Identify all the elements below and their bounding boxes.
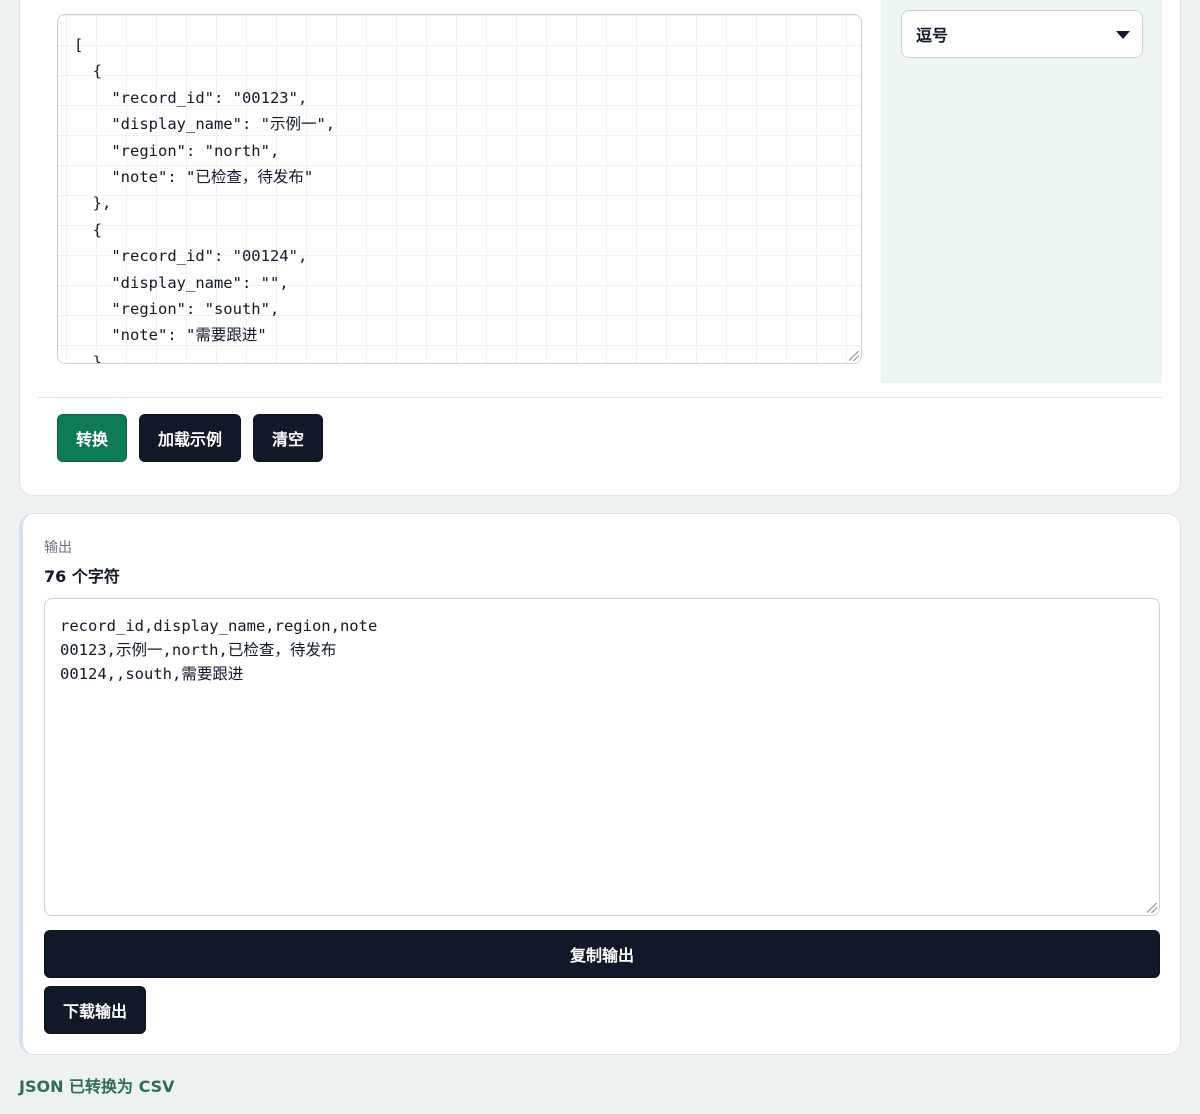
chevron-down-icon xyxy=(1116,31,1130,39)
divider xyxy=(38,397,1162,398)
load-sample-button[interactable]: 加载示例 xyxy=(139,414,241,462)
delimiter-select-value: 逗号 xyxy=(916,26,949,45)
json-input-textarea[interactable]: [ { "record_id": "00123", "display_name"… xyxy=(57,14,862,364)
resize-handle-icon[interactable] xyxy=(1147,903,1157,913)
output-section-label: 输出 xyxy=(44,540,72,556)
clear-button[interactable]: 清空 xyxy=(253,414,323,462)
copy-output-button[interactable]: 复制输出 xyxy=(44,930,1160,978)
delimiter-select[interactable]: 逗号 xyxy=(901,10,1143,58)
csv-output-text[interactable]: record_id,display_name,region,note 00123… xyxy=(45,599,1159,686)
status-message: JSON 已转换为 CSV xyxy=(19,1077,175,1096)
resize-handle-icon[interactable] xyxy=(849,351,859,361)
json-input-text[interactable]: [ { "record_id": "00123", "display_name"… xyxy=(58,15,861,363)
output-char-count: 76 个字符 xyxy=(44,567,120,586)
download-output-button[interactable]: 下载输出 xyxy=(44,986,146,1034)
csv-output-textarea[interactable]: record_id,display_name,region,note 00123… xyxy=(44,598,1160,916)
convert-button[interactable]: 转换 xyxy=(57,414,127,462)
